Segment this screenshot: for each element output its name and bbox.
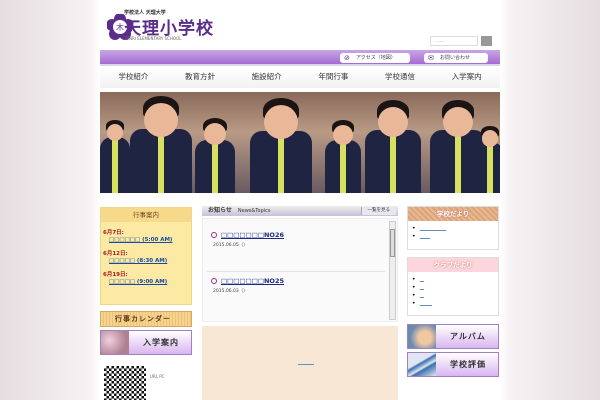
view-all-button[interactable]: 一覧を見る <box>360 207 396 215</box>
news-item: □□□□□□□NO25 2015.06.03（） <box>211 277 284 294</box>
nav-item[interactable]: 施設紹介 <box>233 68 300 88</box>
page: 木 学校法人 天理大学 天理小学校 TENRI ELEMENTARY SCHOO… <box>100 0 500 400</box>
child-figure <box>475 126 500 193</box>
club-title: クラブだより <box>408 258 498 272</box>
banner-area <box>202 326 398 400</box>
child-figure <box>130 96 192 193</box>
main-nav: 学校紹介 教育方針 施設紹介 年間行事 学校通信 入学案内 <box>100 68 500 88</box>
evaluation-label: 学校評価 <box>450 360 486 369</box>
news-item-title[interactable]: □□□□□□□NO26 <box>211 231 284 239</box>
flowers-photo <box>101 331 129 354</box>
svg-text:木: 木 <box>116 22 124 32</box>
school-name-en: TENRI ELEMENTARY SCHOOL <box>124 36 182 41</box>
child-figure <box>325 120 361 193</box>
qr-label: URL PC <box>150 374 165 379</box>
list-item[interactable] <box>412 300 498 309</box>
list-item[interactable] <box>412 225 498 234</box>
nav-item[interactable]: 入学案内 <box>433 68 500 88</box>
contact-button[interactable]: ✉ お問い合わせ <box>424 53 488 63</box>
access-button[interactable]: ⊘ アクセス（地図） <box>340 53 410 63</box>
nav-item[interactable]: 学校通信 <box>367 68 434 88</box>
qr-code <box>104 366 146 400</box>
news-title: お知らせ <box>208 207 232 214</box>
list-item[interactable] <box>412 292 498 301</box>
hero-photo <box>100 92 500 193</box>
divider <box>207 271 385 272</box>
circle-bullet-icon <box>211 232 217 238</box>
admission-label: 入学案内 <box>143 338 179 347</box>
child-figure <box>365 100 421 193</box>
news-header: お知らせ News&Topics 一覧を見る <box>202 206 398 216</box>
album-label: アルバム <box>450 332 486 341</box>
newsletter-title: 学校だより <box>408 207 498 221</box>
event-link[interactable]: □□□□□ (9:00 AM) <box>109 279 191 285</box>
list-item[interactable] <box>412 233 498 242</box>
newsletter-box: 学校だより <box>407 206 499 250</box>
circle-bullet-icon <box>211 278 217 284</box>
news-list: □□□□□□□NO26 2015.06.05（） □□□□□□□NO25 201… <box>202 218 398 322</box>
evaluation-button[interactable]: 学校評価 <box>407 352 499 377</box>
event-date: 6月7日: <box>103 230 124 236</box>
album-photo <box>408 325 436 348</box>
news-item: □□□□□□□NO26 2015.06.05（） <box>211 231 284 248</box>
news-item-title[interactable]: □□□□□□□NO25 <box>211 277 284 285</box>
news-item-date: 2015.06.05（） <box>213 243 248 248</box>
event-link[interactable]: □□□□□□ (5:00 AM) <box>109 237 191 243</box>
search-button[interactable] <box>481 36 492 46</box>
compass-icon: ⊘ <box>344 54 350 62</box>
nav-item[interactable]: 教育方針 <box>167 68 234 88</box>
event-date: 6月19日: <box>103 272 128 278</box>
news-subtitle: News&Topics <box>237 208 271 214</box>
banner-link[interactable] <box>298 364 314 365</box>
nav-item[interactable]: 学校紹介 <box>100 68 167 88</box>
events-title: 行事案内 <box>101 208 191 222</box>
access-label: アクセス（地図） <box>356 55 396 61</box>
news-item-date: 2015.06.03（） <box>213 289 248 294</box>
child-figure <box>100 120 130 193</box>
evaluation-photo <box>408 353 436 376</box>
event-calendar-button[interactable]: 行事カレンダー <box>100 311 192 327</box>
search-input[interactable]: ...... <box>430 36 478 46</box>
club-box: クラブだより <box>407 257 499 316</box>
contact-label: お問い合わせ <box>440 55 471 61</box>
news-scrollbar[interactable] <box>389 221 396 320</box>
nav-item[interactable]: 年間行事 <box>300 68 367 88</box>
list-item[interactable] <box>412 276 498 285</box>
event-link[interactable]: □□□□□ (8:30 AM) <box>109 258 191 264</box>
event-date: 6月12日: <box>103 251 128 257</box>
list-item[interactable] <box>412 284 498 293</box>
album-button[interactable]: アルバム <box>407 324 499 349</box>
scroll-thumb[interactable] <box>390 229 395 257</box>
admission-button[interactable]: 入学案内 <box>100 330 192 355</box>
child-figure <box>250 98 312 193</box>
child-figure <box>195 118 235 193</box>
events-panel: 行事案内 6月7日: □□□□□□ (5:00 AM) 6月12日: □□□□□… <box>100 207 192 305</box>
mail-icon: ✉ <box>428 54 434 62</box>
